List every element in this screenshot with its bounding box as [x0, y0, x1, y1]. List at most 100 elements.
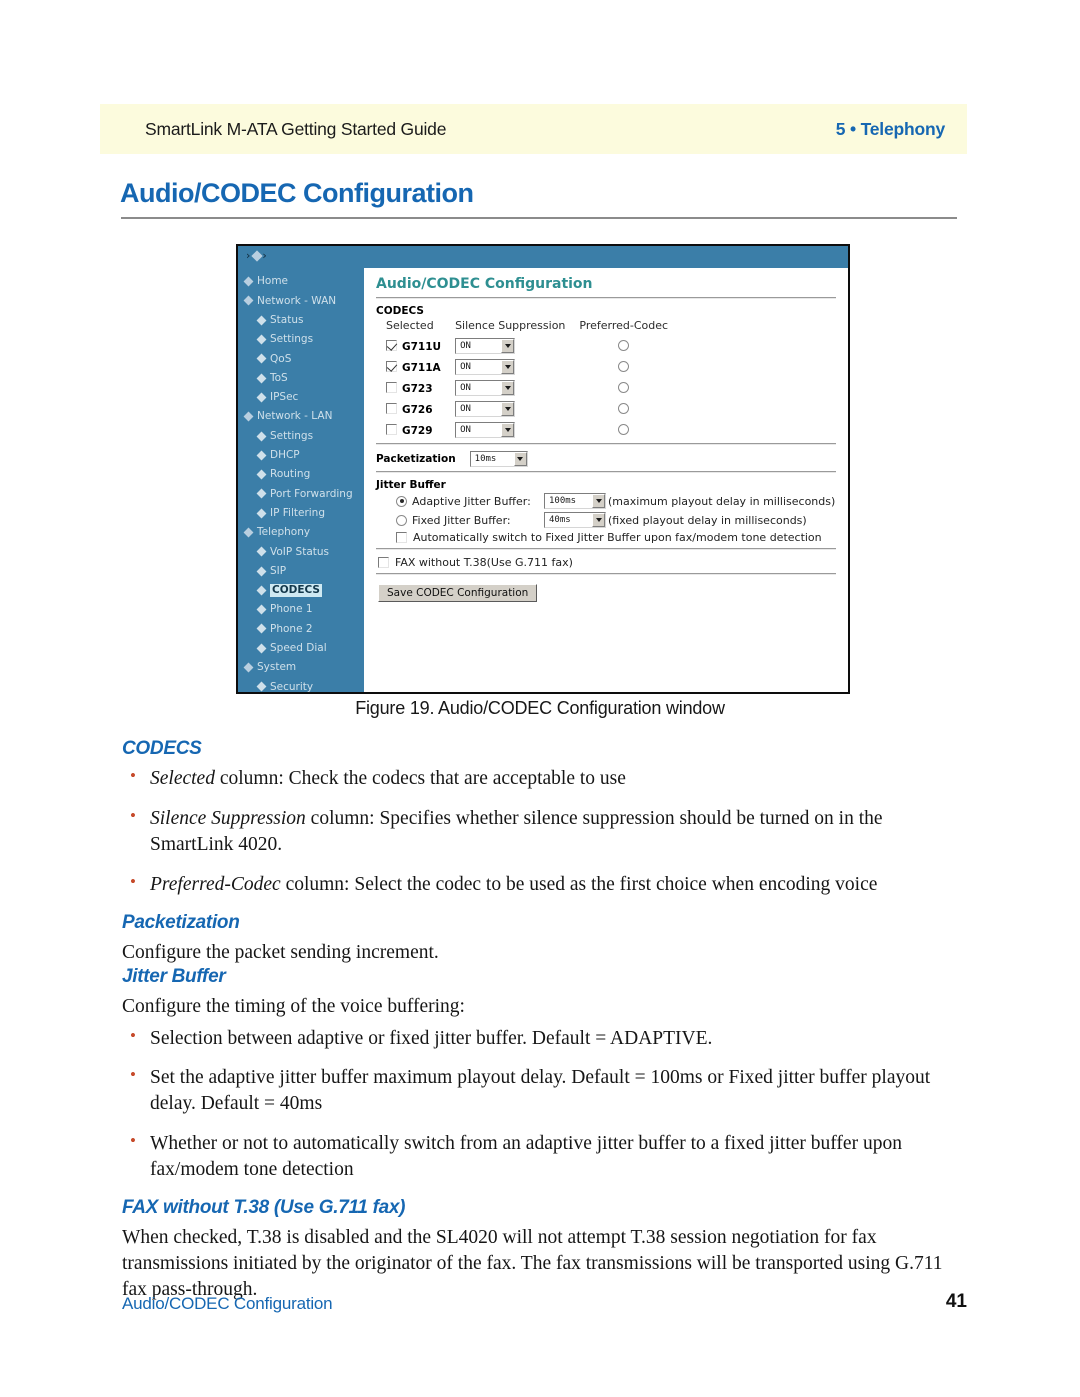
diamond-bullet-icon [243, 662, 254, 673]
diamond-bullet-icon [256, 508, 267, 519]
panel-title: Audio/CODEC Configuration [376, 276, 593, 292]
codec-silence-cell: ON [455, 334, 579, 355]
list-item: Selection between adaptive or fixed jitt… [122, 1025, 962, 1052]
diamond-bullet-icon [243, 295, 254, 306]
sidebar-item-network-wan[interactable]: Network - WAN [238, 291, 364, 310]
column-header-preferred-codec: Preferred-Codec [579, 319, 669, 332]
checkbox-g726[interactable] [386, 403, 397, 414]
packetization-label: Packetization [376, 453, 456, 465]
select-fixed-delay[interactable]: 40ms [544, 512, 606, 528]
sidebar-item-qos[interactable]: QoS [238, 349, 364, 368]
diamond-bullet-icon [256, 681, 267, 692]
sidebar-item-status[interactable]: Status [238, 311, 364, 330]
checkbox-auto-switch-fixed-jitter[interactable] [396, 532, 407, 543]
diamond-bullet-icon [256, 566, 267, 577]
select-silence-g711u[interactable]: ON [455, 337, 516, 354]
sidebar-item-phone-1[interactable]: Phone 1 [238, 600, 364, 619]
codec-preferred-cell [579, 397, 682, 418]
fax-paragraph: When checked, T.38 is disabled and the S… [122, 1227, 943, 1300]
diamond-bullet-icon [256, 431, 267, 441]
diamond-bullet-icon [256, 624, 267, 634]
codecs-table: Selected Silence Suppression Preferred-C… [386, 319, 682, 439]
diamond-bullet-icon [256, 469, 267, 480]
diamond-bullet-icon [256, 315, 267, 326]
radio-preferred-g729[interactable] [618, 424, 630, 435]
diamond-bullet-icon [256, 585, 267, 596]
chevron-down-icon [501, 359, 515, 374]
section-heading-codecs: CODECS [122, 738, 202, 759]
list-item: Whether or not to automatically switch f… [122, 1130, 962, 1183]
diamond-bullet-icon [256, 546, 267, 557]
body-content: CODECS Selected column: Check the codecs… [122, 738, 962, 1303]
sidebar-item-routing[interactable]: Routing [238, 465, 364, 484]
sidebar-item-home[interactable]: Home [238, 272, 364, 291]
panel-divider [376, 297, 836, 299]
radio-fixed-jitter[interactable] [396, 514, 407, 526]
checkbox-g723[interactable] [386, 382, 397, 393]
diamond-bullet-icon [256, 643, 267, 654]
chevron-down-icon [501, 338, 515, 353]
select-packetization[interactable]: 10ms [469, 451, 528, 467]
diamond-bullet-icon [256, 392, 267, 403]
table-row: G729 ON [386, 418, 682, 439]
codec-preferred-cell [579, 418, 682, 439]
codec-silence-cell: ON [455, 355, 579, 376]
radio-preferred-g711a[interactable] [618, 361, 630, 372]
breadcrumb: › › [246, 249, 269, 262]
codec-silence-cell: ON [455, 376, 579, 397]
sidebar-item-sip[interactable]: SIP [238, 561, 364, 580]
chevron-down-icon [592, 494, 605, 508]
sidebar-item-wan-settings[interactable]: Settings [238, 330, 364, 349]
codec-selected-cell: G711U [386, 334, 455, 355]
footer-page-number: 41 [945, 1291, 967, 1312]
table-row: G711U ON [386, 334, 682, 355]
sidebar-item-network-lan[interactable]: Network - LAN [238, 407, 364, 426]
running-header: SmartLink M-ATA Getting Started Guide 5 … [145, 104, 945, 154]
table-row: G711A ON [386, 355, 682, 376]
select-adaptive-delay[interactable]: 100ms [544, 493, 606, 509]
sidebar-item-voip-status[interactable]: VoIP Status [238, 542, 364, 561]
sidebar-item-system[interactable]: System [238, 658, 364, 677]
chevron-down-icon [501, 422, 515, 437]
sidebar-item-port-forwarding[interactable]: Port Forwarding [238, 484, 364, 503]
sidebar-item-dhcp[interactable]: DHCP [238, 446, 364, 465]
sidebar-item-phone-2[interactable]: Phone 2 [238, 619, 364, 638]
checkbox-g711u[interactable] [386, 340, 397, 351]
select-silence-g726[interactable]: ON [455, 400, 516, 417]
select-silence-g723[interactable]: ON [455, 379, 516, 396]
list-item: Selected column: Check the codecs that a… [122, 765, 962, 792]
sidebar-nav: Home Network - WAN Status Settings QoS T… [238, 268, 364, 692]
sidebar-item-ipsec[interactable]: IPSec [238, 388, 364, 407]
packetization-paragraph: Configure the packet sending increment. [122, 941, 439, 963]
checkbox-g711a[interactable] [386, 361, 397, 372]
checkbox-fax-without-t38[interactable] [378, 557, 389, 568]
radio-preferred-g726[interactable] [618, 403, 630, 414]
fax-row: FAX without T.38(Use G.711 fax) [378, 556, 838, 569]
auto-switch-row: Automatically switch to Fixed Jitter Buf… [396, 531, 838, 544]
sidebar-item-ip-filtering[interactable]: IP Filtering [238, 504, 364, 523]
diamond-bullet-icon [256, 450, 267, 461]
header-guide-title: SmartLink M-ATA Getting Started Guide [145, 118, 447, 139]
sidebar-item-security[interactable]: Security [238, 677, 364, 692]
radio-preferred-g711u[interactable] [618, 340, 630, 351]
save-codec-configuration-button[interactable]: Save CODEC Configuration [378, 584, 538, 602]
diamond-bullet-icon [256, 488, 267, 499]
footer-section-label: Audio/CODEC Configuration [122, 1294, 333, 1313]
radio-preferred-g723[interactable] [618, 382, 630, 393]
sidebar-item-telephony[interactable]: Telephony [238, 523, 364, 542]
table-header-row: Selected Silence Suppression Preferred-C… [386, 319, 682, 334]
select-silence-g729[interactable]: ON [455, 421, 516, 438]
sidebar-item-speed-dial[interactable]: Speed Dial [238, 639, 364, 658]
checkbox-g729[interactable] [386, 424, 397, 435]
sidebar-item-tos[interactable]: ToS [238, 368, 364, 387]
codec-preferred-cell [579, 334, 682, 355]
sidebar-item-codecs[interactable]: CODECS [238, 581, 364, 600]
list-item: Silence Suppression column: Specifies wh… [122, 805, 962, 858]
codec-preferred-cell [579, 355, 682, 376]
radio-adaptive-jitter[interactable] [396, 495, 407, 507]
figure-caption: Figure 19. Audio/CODEC Configuration win… [355, 698, 725, 718]
sidebar-item-lan-settings[interactable]: Settings [238, 426, 364, 445]
list-item: Set the adaptive jitter buffer maximum p… [122, 1064, 962, 1117]
select-silence-g711a[interactable]: ON [455, 358, 516, 375]
window-topbar: › › [238, 246, 848, 268]
